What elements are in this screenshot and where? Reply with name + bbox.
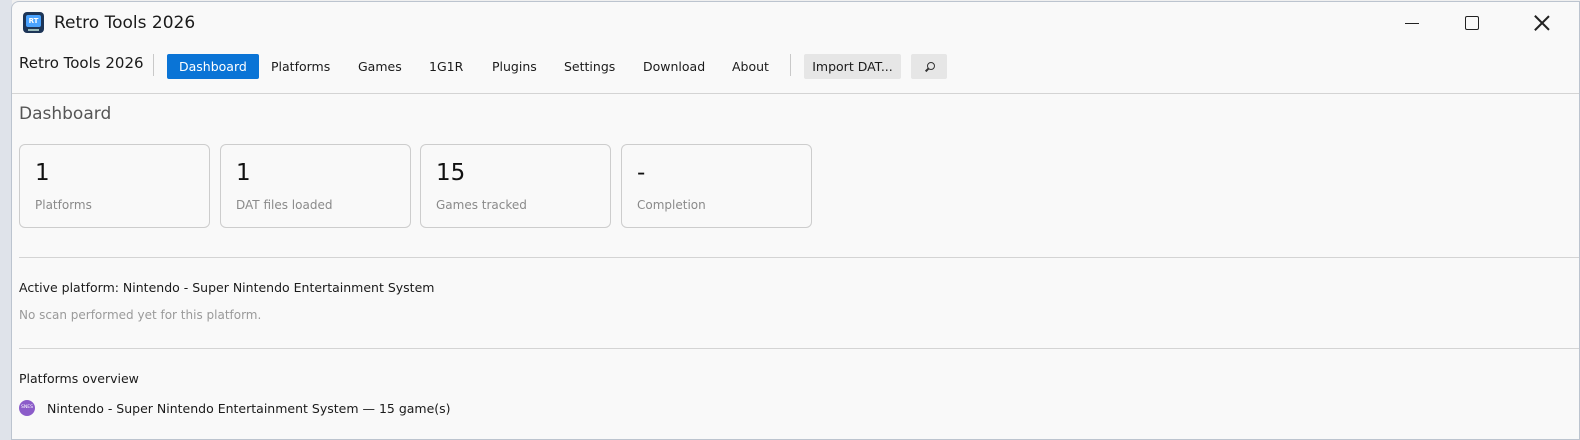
maximize-button[interactable] (1449, 2, 1495, 44)
stat-label: Games tracked (436, 198, 527, 212)
stat-label: Completion (637, 198, 706, 212)
window-title: Retro Tools 2026 (54, 13, 196, 33)
toolbar-divider (790, 54, 791, 76)
close-button[interactable] (1519, 2, 1565, 44)
minimize-icon (1405, 22, 1419, 24)
stat-label: Platforms (35, 198, 92, 212)
nav-about[interactable]: About (720, 54, 781, 79)
platform-list-item[interactable]: SNES Nintendo - Super Nintendo Entertain… (19, 400, 451, 416)
main-toolbar: Retro Tools 2026 Dashboard Platforms Gam… (12, 44, 1579, 94)
stat-card-games-tracked: 15 Games tracked (420, 144, 611, 228)
search-icon (924, 62, 935, 73)
nav-settings[interactable]: Settings (552, 54, 627, 79)
page-title: Dashboard (19, 104, 112, 124)
stat-value: 1 (35, 160, 50, 186)
nav-platforms[interactable]: Platforms (259, 54, 342, 79)
minimize-button[interactable] (1389, 2, 1435, 44)
section-divider (19, 348, 1579, 349)
snes-platform-icon: SNES (19, 400, 35, 416)
stat-card-dat-files: 1 DAT files loaded (220, 144, 411, 228)
nav-games[interactable]: Games (346, 54, 414, 79)
scan-status-text: No scan performed yet for this platform. (19, 308, 262, 322)
app-icon-label: RT (26, 15, 41, 27)
stat-card-completion: - Completion (621, 144, 812, 228)
search-button[interactable] (911, 54, 947, 79)
stat-value: 15 (436, 160, 466, 186)
platforms-overview-title: Platforms overview (19, 371, 139, 386)
stat-label: DAT files loaded (236, 198, 333, 212)
title-bar[interactable]: RT Retro Tools 2026 (12, 2, 1579, 44)
nav-download[interactable]: Download (631, 54, 717, 79)
stat-value: - (637, 160, 646, 186)
nav-1g1r[interactable]: 1G1R (417, 54, 475, 79)
nav-dashboard[interactable]: Dashboard (167, 54, 259, 79)
close-icon (1534, 15, 1550, 31)
import-dat-button[interactable]: Import DAT... (804, 54, 901, 79)
maximize-icon (1465, 16, 1479, 30)
retro-tools-app-icon: RT (23, 12, 44, 33)
stat-value: 1 (236, 160, 251, 186)
section-divider (19, 257, 1579, 258)
platform-summary-text: Nintendo - Super Nintendo Entertainment … (47, 400, 451, 416)
stat-card-platforms: 1 Platforms (19, 144, 210, 228)
toolbar-divider (153, 54, 154, 76)
app-window: RT Retro Tools 2026 Retro Tools 2026 Das… (11, 1, 1580, 440)
brand-label: Retro Tools 2026 (19, 54, 144, 72)
active-platform-label: Active platform: Nintendo - Super Ninten… (19, 280, 435, 295)
nav-plugins[interactable]: Plugins (480, 54, 549, 79)
